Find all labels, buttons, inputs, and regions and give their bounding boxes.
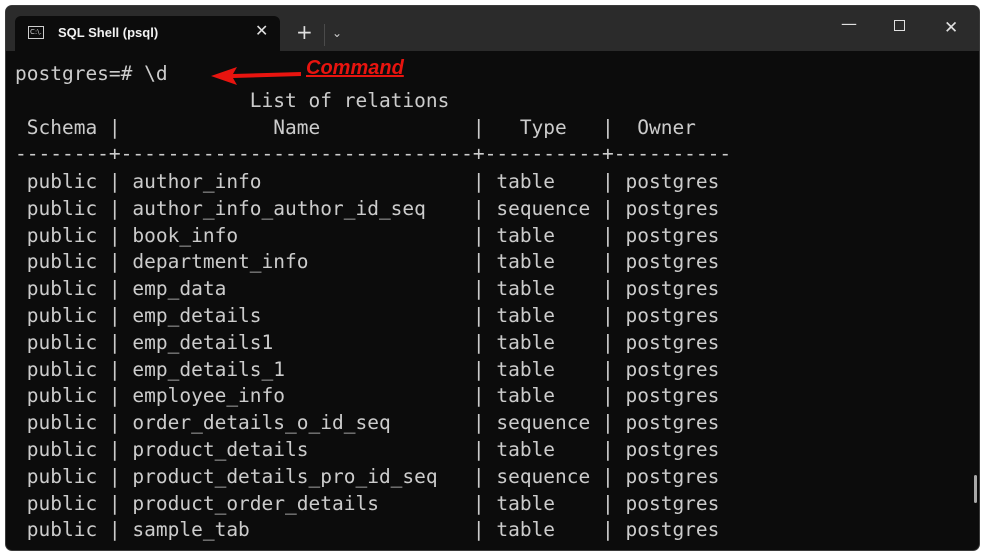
- table-row: public | product_order_details | table |…: [15, 491, 720, 515]
- close-window-button[interactable]: ✕: [944, 18, 958, 38]
- arrow-icon: [211, 67, 301, 85]
- table-divider: --------+------------------------------+…: [15, 142, 732, 165]
- table-row: public | emp_details | table | postgres: [15, 304, 720, 327]
- terminal-window: C:\. SQL Shell (psql) ✕ + ⌄ — ✕ postgres…: [5, 5, 980, 551]
- scrollbar[interactable]: [974, 475, 977, 503]
- table-row: public | product_details_pro_id_seq | se…: [15, 464, 720, 488]
- terminal-output[interactable]: postgres=# \d List of relations Schema |…: [6, 51, 979, 550]
- console-icon: C:\.: [28, 26, 44, 39]
- table-title: List of relations: [15, 89, 450, 112]
- tab-sql-shell[interactable]: C:\. SQL Shell (psql) ✕: [15, 16, 280, 51]
- minimize-button[interactable]: —: [841, 14, 857, 33]
- divider: [324, 24, 325, 46]
- table-row: public | book_info | table | postgres: [15, 223, 720, 247]
- table-row: public | department_info | table | postg…: [15, 250, 720, 274]
- table-row: public | emp_details_1 | table | postgre…: [15, 357, 720, 381]
- title-bar: C:\. SQL Shell (psql) ✕ + ⌄ — ✕: [6, 6, 979, 51]
- table-row: public | sample_tab | table | postgres: [15, 518, 720, 542]
- table-row: public | emp_details1 | table | postgres: [15, 330, 720, 354]
- close-tab-icon[interactable]: ✕: [255, 21, 268, 40]
- maximize-button[interactable]: [894, 20, 905, 31]
- chevron-down-icon[interactable]: ⌄: [332, 26, 342, 40]
- table-row: public | order_details_o_id_seq | sequen…: [15, 411, 720, 435]
- table-header: Schema | Name | Type | Owner: [15, 116, 696, 139]
- tab-title: SQL Shell (psql): [58, 25, 159, 40]
- table-row: public | employee_info | table | postgre…: [15, 384, 720, 408]
- table-row: public | author_info | table | postgres: [15, 170, 720, 193]
- table-row: public | product_details | table | postg…: [15, 438, 720, 461]
- new-tab-button[interactable]: +: [296, 22, 313, 42]
- prompt-line: postgres=# \d: [15, 62, 168, 85]
- table-row: public | emp_data | table | postgres: [15, 277, 720, 301]
- table-row: public | author_info_author_id_seq | seq…: [15, 196, 720, 220]
- command-annotation: Command: [306, 57, 404, 79]
